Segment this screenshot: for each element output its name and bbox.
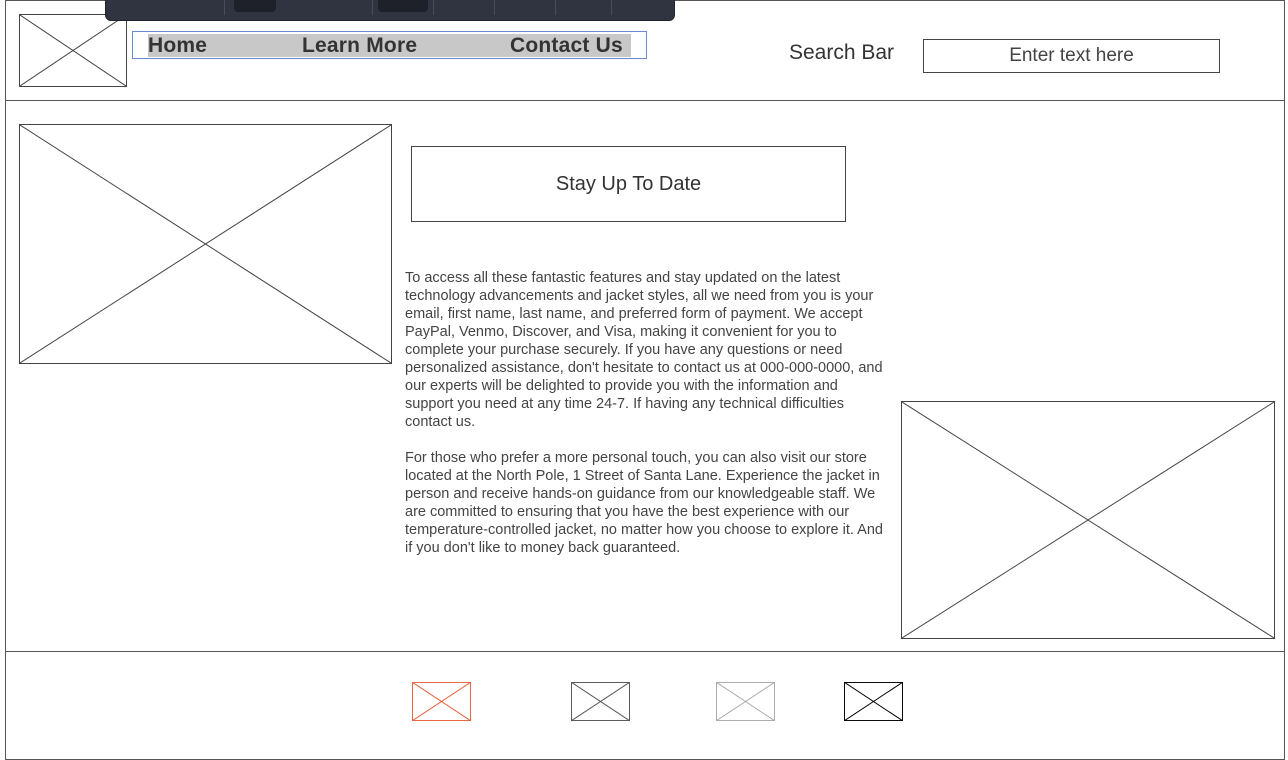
nav-home-link[interactable]: Home — [148, 33, 207, 59]
toolbar-separator — [224, 0, 225, 15]
logo-image-placeholder[interactable] — [19, 14, 127, 87]
search-label: Search Bar — [789, 41, 895, 64]
toolbar-separator — [433, 0, 434, 15]
floating-toolbar[interactable] — [105, 0, 675, 21]
stay-up-to-date-box[interactable]: Stay Up To Date — [411, 146, 846, 222]
nav-learn-more-link[interactable]: Learn More — [302, 33, 417, 59]
header-divider — [5, 100, 1285, 101]
side-image-placeholder — [901, 401, 1275, 639]
toolbar-separator — [372, 0, 373, 15]
footer-icon-4[interactable] — [843, 681, 904, 722]
info-paragraph-2: For those who prefer a more personal tou… — [405, 450, 883, 556]
footer-divider — [5, 651, 1285, 652]
info-paragraph-1: To access all these fantastic features a… — [405, 270, 883, 430]
toolbar-button[interactable] — [378, 0, 428, 12]
nav-contact-us-link[interactable]: Contact Us — [510, 33, 623, 59]
footer-icon-2[interactable] — [570, 681, 631, 722]
footer-icon-3[interactable] — [715, 681, 776, 722]
search-input[interactable] — [923, 39, 1220, 73]
toolbar-separator — [494, 0, 495, 15]
footer-icon-1[interactable] — [411, 681, 472, 722]
stay-up-to-date-label: Stay Up To Date — [555, 172, 702, 195]
hero-image-placeholder — [19, 124, 392, 364]
toolbar-button[interactable] — [234, 0, 276, 12]
toolbar-separator — [555, 0, 556, 15]
toolbar-separator — [611, 0, 612, 15]
